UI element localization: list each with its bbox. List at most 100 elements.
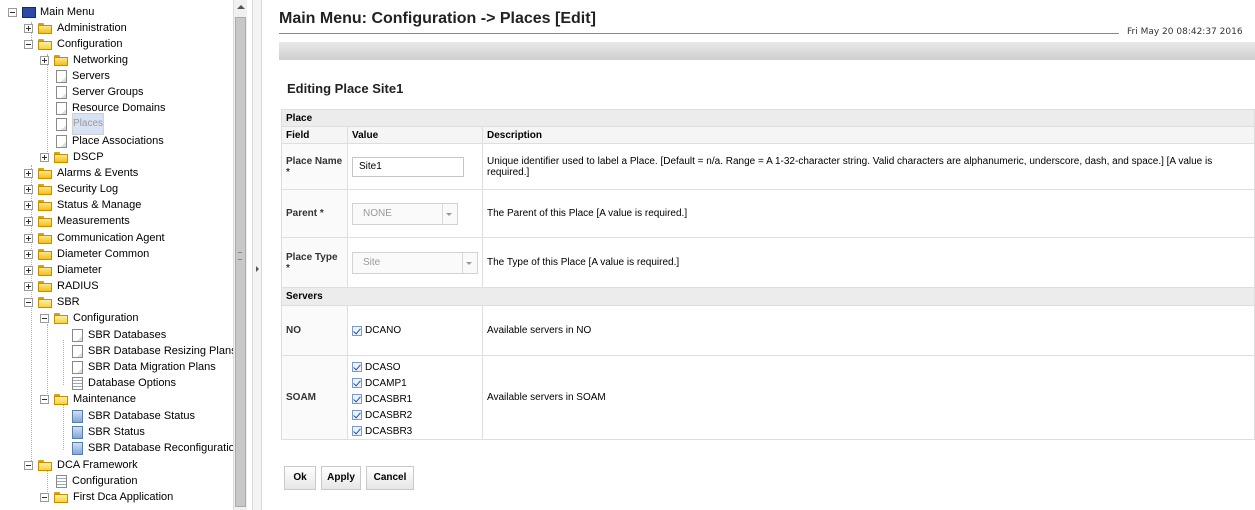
tree-item-label[interactable]: SBR: [57, 294, 80, 310]
expand-toggle-icon[interactable]: [40, 55, 49, 65]
tree-item[interactable]: SBR Database Reconfiguration S: [72, 440, 233, 456]
tree-item[interactable]: Maintenance: [40, 391, 136, 407]
server-checkbox-dcasbr2[interactable]: DCASBR2: [352, 409, 478, 422]
tree-item[interactable]: Configuration: [24, 36, 122, 52]
tree-item[interactable]: SBR Database Resizing Plans: [72, 343, 233, 359]
tree-item[interactable]: Places: [56, 113, 105, 135]
chevron-down-icon[interactable]: [442, 203, 457, 224]
tree-item-label[interactable]: SBR Data Migration Plans: [88, 359, 216, 375]
tree-item-label[interactable]: Communication Agent: [57, 230, 165, 246]
checkbox-checked-icon[interactable]: [352, 325, 362, 336]
tree-item[interactable]: DCA Framework: [24, 457, 138, 473]
tree-scrollbar[interactable]: [233, 0, 247, 510]
checkbox-checked-icon[interactable]: [352, 362, 362, 372]
tree-item[interactable]: Database Options: [72, 375, 176, 391]
tree-item[interactable]: Diameter Common: [24, 246, 149, 262]
tree-item-label[interactable]: Servers: [72, 68, 110, 84]
tree-item[interactable]: Alarms & Events: [24, 165, 138, 181]
checkbox-checked-icon[interactable]: [352, 394, 362, 404]
expand-toggle-icon[interactable]: [24, 184, 33, 194]
tree-item-label[interactable]: SBR Database Resizing Plans: [88, 343, 233, 359]
cancel-button[interactable]: Cancel: [366, 466, 414, 490]
tree-item[interactable]: Communication Agent: [24, 230, 165, 246]
tree-item-label[interactable]: First Dca Application: [73, 489, 173, 505]
tree-item-label[interactable]: Networking: [73, 52, 128, 68]
tree-item[interactable]: Diameter: [24, 262, 102, 278]
expand-toggle-icon[interactable]: [24, 200, 33, 210]
tree-item-label[interactable]: Database Options: [88, 375, 176, 391]
tree-item[interactable]: SBR Databases: [72, 327, 166, 343]
server-checkbox-dcaso[interactable]: DCASO: [352, 361, 478, 374]
server-checkbox-dcasbr3[interactable]: DCASBR3: [352, 425, 478, 438]
tree-item-label[interactable]: Configuration: [57, 36, 122, 52]
tree-item-label[interactable]: DCA Framework: [57, 457, 138, 473]
tree-item[interactable]: Configuration: [56, 473, 137, 489]
tree-item[interactable]: Server Groups: [56, 84, 144, 100]
tree-item[interactable]: Security Log: [24, 181, 118, 197]
tree-item[interactable]: SBR Database Status: [72, 408, 195, 424]
apply-button[interactable]: Apply: [321, 466, 361, 490]
tree-item-label[interactable]: Measurements: [57, 213, 130, 229]
server-checkbox-dcano[interactable]: DCANO: [352, 324, 478, 337]
expand-toggle-icon[interactable]: [24, 281, 33, 291]
tree-item-label[interactable]: Configuration: [73, 310, 138, 326]
collapse-toggle-icon[interactable]: [40, 492, 49, 502]
tree-item-label[interactable]: SBR Status: [88, 424, 145, 440]
tree-item-label[interactable]: Diameter Common: [57, 246, 149, 262]
collapse-toggle-icon[interactable]: [24, 39, 33, 49]
panel-splitter[interactable]: [252, 0, 262, 510]
tree-item-label[interactable]: Places: [72, 113, 105, 135]
tree-item-label[interactable]: Diameter: [57, 262, 102, 278]
tree-item[interactable]: Servers: [56, 68, 110, 84]
tree-item[interactable]: RADIUS: [24, 278, 99, 294]
expand-toggle-icon[interactable]: [40, 152, 49, 162]
tree-item[interactable]: SBR: [24, 294, 80, 310]
tree-item[interactable]: Main Menu: [8, 4, 94, 20]
parent-select[interactable]: NONE: [352, 202, 458, 225]
tree-item-label[interactable]: DSCP: [73, 149, 104, 165]
tree-item[interactable]: Place Associations: [56, 133, 164, 149]
tree-item-label[interactable]: SBR Database Reconfiguration S: [88, 440, 233, 456]
expand-toggle-icon[interactable]: [24, 265, 33, 275]
server-checkbox-dcasbr1[interactable]: DCASBR1: [352, 393, 478, 406]
tree-item-label[interactable]: Configuration: [72, 473, 137, 489]
collapse-toggle-icon[interactable]: [40, 313, 49, 323]
expand-toggle-icon[interactable]: [24, 249, 33, 259]
tree-item[interactable]: SBR Data Migration Plans: [72, 359, 216, 375]
tree-item-label[interactable]: Main Menu: [40, 4, 94, 20]
place-type-select[interactable]: Site: [352, 251, 478, 274]
tree-item[interactable]: DSCP: [40, 149, 104, 165]
tree-item-label[interactable]: SBR Databases: [88, 327, 166, 343]
place-name-input[interactable]: Site1: [352, 156, 464, 177]
scrollbar-thumb[interactable]: [235, 17, 246, 507]
tree-item-label[interactable]: Server Groups: [72, 84, 144, 100]
expand-toggle-icon[interactable]: [24, 233, 33, 243]
tree-item[interactable]: Administration: [24, 20, 127, 36]
tree-item-label[interactable]: Maintenance: [73, 391, 136, 407]
chevron-down-icon[interactable]: [462, 252, 477, 273]
checkbox-checked-icon[interactable]: [352, 410, 362, 420]
expand-toggle-icon[interactable]: [24, 23, 33, 33]
expand-toggle-icon[interactable]: [24, 168, 33, 178]
expand-toggle-icon[interactable]: [24, 216, 33, 226]
tree-item[interactable]: Status & Manage: [24, 197, 141, 213]
tree-item[interactable]: First Dca Application: [40, 489, 173, 505]
scroll-up-icon[interactable]: [237, 5, 245, 9]
collapse-toggle-icon[interactable]: [24, 297, 33, 307]
tree-item-label[interactable]: Alarms & Events: [57, 165, 138, 181]
tree-item-label[interactable]: Administration: [57, 20, 127, 36]
tree-item-label[interactable]: Security Log: [57, 181, 118, 197]
ok-button[interactable]: Ok: [284, 466, 316, 490]
collapse-toggle-icon[interactable]: [40, 394, 49, 404]
collapse-arrow-icon[interactable]: [256, 266, 259, 272]
checkbox-checked-icon[interactable]: [352, 378, 362, 388]
tree-item-label[interactable]: Status & Manage: [57, 197, 141, 213]
collapse-toggle-icon[interactable]: [8, 7, 17, 17]
server-checkbox-dcamp1[interactable]: DCAMP1: [352, 377, 478, 390]
tree-item-label[interactable]: Place Associations: [72, 133, 164, 149]
tree-item[interactable]: SBR Status: [72, 424, 145, 440]
tree-item[interactable]: Measurements: [24, 213, 130, 229]
tree-item[interactable]: Networking: [40, 52, 128, 68]
tree-item-label[interactable]: RADIUS: [57, 278, 99, 294]
checkbox-checked-icon[interactable]: [352, 426, 362, 436]
